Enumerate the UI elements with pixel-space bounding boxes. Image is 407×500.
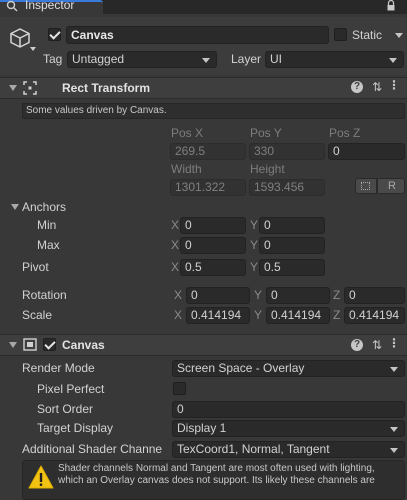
pos-x-field: 269.5 [170,143,246,160]
sort-order-label: Sort Order [37,402,94,416]
pivot-x-axis[interactable]: X [171,259,179,275]
rotation-x-axis[interactable]: X [174,287,182,303]
anchor-min-y-field[interactable]: 0 [259,217,325,234]
anchor-min-y-axis[interactable]: Y [250,217,258,233]
scale-y-field[interactable]: 0.414194 [266,307,330,324]
canvas-component-icon [23,338,37,351]
rect-transform-icon [23,81,37,95]
height-label: Height [250,162,285,176]
pos-z-field[interactable]: 0 [328,143,405,160]
gameobject-icon-dropdown-icon[interactable] [30,47,36,51]
gameobject-name-field[interactable]: Canvas [66,26,329,44]
pos-z-label: Pos Z [329,126,361,140]
tag-label: Tag [43,52,63,66]
anchor-max-y-field[interactable]: 0 [259,237,325,254]
tab-title: Inspector [25,0,75,12]
scale-y-axis[interactable]: Y [254,307,262,323]
target-display-dropdown[interactable]: Display 1 [172,420,405,437]
warning-text-line2: which an Overlay canvas does not support… [58,475,375,486]
rotation-z-field[interactable]: 0 [344,287,405,304]
scale-z-field[interactable]: 0.414194 [344,307,405,324]
gameobject-cube-icon [9,27,31,49]
context-menu-icon[interactable]: ⋮ [388,78,400,92]
static-checkbox[interactable] [334,28,347,41]
presets-icon[interactable]: ⇅ [370,80,384,94]
anchor-max-label: Max [37,238,60,252]
shader-channels-dropdown[interactable]: TexCoord1, Normal, Tangent [172,441,405,458]
rect-transform-foldout-icon[interactable] [9,85,17,91]
rotation-z-axis[interactable]: Z [333,287,340,303]
pixel-perfect-checkbox[interactable] [173,382,186,395]
canvas-component-title: Canvas [62,338,105,352]
shader-channels-warning: Shader channels Normal and Tangent are m… [22,460,405,500]
pivot-x-field[interactable]: 0.5 [180,259,246,276]
help-icon[interactable]: ? [351,81,363,93]
layer-dropdown[interactable]: UI [265,51,404,68]
lock-icon[interactable] [386,0,396,12]
pivot-y-field[interactable]: 0.5 [259,259,325,276]
warning-text-line1: Shader channels Normal and Tangent are m… [58,463,375,474]
warning-icon [28,465,54,489]
scale-x-axis[interactable]: X [174,307,182,323]
driven-values-text: Some values driven by Canvas. [26,105,167,116]
anchor-max-y-axis[interactable]: Y [250,237,258,253]
pos-y-label: Pos Y [250,126,282,140]
static-label: Static [352,28,383,42]
render-mode-label: Render Mode [22,361,95,375]
blueprint-mode-button[interactable] [355,178,377,194]
scale-z-axis[interactable]: Z [333,307,340,323]
anchor-min-x-field[interactable]: 0 [180,217,246,234]
rotation-x-field[interactable]: 0 [186,287,250,304]
pivot-label: Pivot [22,260,49,274]
canvas-context-menu-icon[interactable]: ⋮ [388,336,400,350]
raw-edit-button[interactable]: R [377,178,405,194]
target-display-label: Target Display [37,421,114,435]
height-field: 1593.456 [249,179,325,196]
raw-edit-label: R [388,180,396,192]
blueprint-icon [361,182,370,190]
pivot-y-axis[interactable]: Y [250,259,258,275]
anchors-label[interactable]: Anchors [22,199,66,215]
anchor-max-x-axis[interactable]: X [171,237,179,253]
rotation-y-field[interactable]: 0 [266,287,330,304]
inspector-icon [6,0,18,12]
anchor-min-x-axis[interactable]: X [171,217,179,233]
anchor-max-x-field[interactable]: 0 [180,237,246,254]
canvas-help-icon[interactable]: ? [351,339,363,351]
canvas-foldout-icon[interactable] [9,342,17,348]
width-label: Width [171,162,202,176]
anchor-min-label: Min [37,218,57,232]
driven-values-notice: Some values driven by Canvas. [22,103,405,119]
rotation-label: Rotation [22,288,67,302]
pos-x-label: Pos X [171,126,204,140]
width-field: 1301.322 [170,179,246,196]
shader-channels-label: Additional Shader Channe [22,442,163,456]
rotation-y-axis[interactable]: Y [254,287,262,303]
scale-x-field[interactable]: 0.414194 [186,307,250,324]
canvas-enabled-checkbox[interactable] [43,338,56,351]
pos-y-field: 330 [249,143,325,160]
anchors-foldout-icon[interactable] [11,204,19,210]
static-dropdown-icon[interactable] [395,33,403,38]
sort-order-field[interactable]: 0 [172,401,405,418]
render-mode-dropdown[interactable]: Screen Space - Overlay [172,360,405,377]
gameobject-active-checkbox[interactable] [48,28,61,41]
pixel-perfect-label: Pixel Perfect [37,382,105,396]
scale-label: Scale [22,308,53,322]
rect-transform-title: Rect Transform [62,81,151,95]
tab-inspector[interactable]: Inspector [0,0,103,16]
layer-label: Layer [231,52,262,66]
canvas-presets-icon[interactable]: ⇅ [370,338,384,352]
tag-dropdown[interactable]: Untagged [67,51,217,68]
